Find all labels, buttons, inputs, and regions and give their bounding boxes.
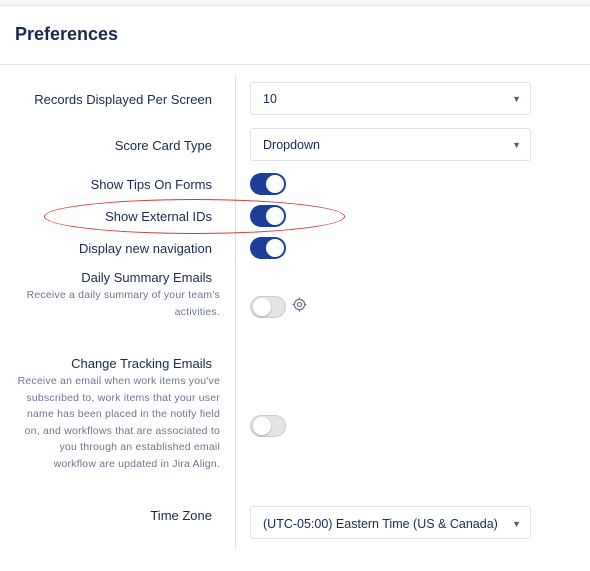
score-card-type-select[interactable]: Dropdown ▼ — [250, 128, 531, 161]
daily-summary-emails-description: Receive a daily summary of your team's a… — [27, 287, 220, 320]
score-card-type-label: Score Card Type — [114, 138, 212, 153]
records-per-screen-select[interactable]: 10 ▼ — [250, 82, 531, 115]
time-zone-label: Time Zone — [150, 508, 212, 523]
records-per-screen-value: 10 — [263, 92, 277, 106]
display-new-navigation-label: Display new navigation — [79, 241, 212, 256]
time-zone-value: (UTC-05:00) Eastern Time (US & Canada) — [263, 517, 498, 531]
description-line: workflow are updated in Jira Align. — [53, 457, 220, 470]
toggle-knob — [266, 175, 284, 193]
description-line: subscribed to, work items that your user — [26, 391, 220, 404]
toggle-knob — [253, 417, 271, 435]
toggle-knob — [253, 298, 271, 316]
change-tracking-emails-toggle[interactable] — [250, 415, 286, 437]
score-card-type-value: Dropdown — [263, 138, 320, 152]
daily-summary-emails-label: Daily Summary Emails — [81, 270, 212, 285]
chevron-down-icon: ▼ — [512, 140, 521, 150]
display-new-navigation-toggle[interactable] — [250, 237, 286, 259]
chevron-down-icon: ▼ — [512, 94, 521, 104]
description-line: name has been placed in the notify field — [26, 408, 220, 420]
chevron-down-icon: ▼ — [512, 519, 521, 529]
records-per-screen-label: Records Displayed Per Screen — [34, 92, 212, 107]
change-tracking-emails-label: Change Tracking Emails — [71, 356, 212, 371]
column-divider — [235, 76, 236, 548]
toggle-knob — [266, 239, 284, 257]
description-line: Receive an email when work items you've — [17, 375, 220, 387]
show-external-ids-toggle[interactable] — [250, 205, 286, 227]
description-line: you through an established email — [59, 441, 220, 453]
show-external-ids-label: Show External IDs — [105, 209, 212, 224]
page-header: Preferences — [0, 6, 590, 65]
show-tips-label: Show Tips On Forms — [90, 177, 212, 192]
description-line: activities. — [174, 305, 220, 318]
daily-summary-emails-toggle[interactable] — [250, 296, 286, 318]
settings-icon[interactable] — [292, 297, 307, 312]
change-tracking-emails-description: Receive an email when work items you've … — [18, 373, 220, 472]
time-zone-select[interactable]: (UTC-05:00) Eastern Time (US & Canada) ▼ — [250, 506, 531, 539]
toggle-knob — [266, 207, 284, 225]
description-line: Receive a daily summary of your team's — [26, 289, 220, 301]
show-tips-toggle[interactable] — [250, 173, 286, 195]
page-title: Preferences — [15, 24, 119, 44]
description-line: on, and workflows that are associated to — [24, 424, 220, 437]
